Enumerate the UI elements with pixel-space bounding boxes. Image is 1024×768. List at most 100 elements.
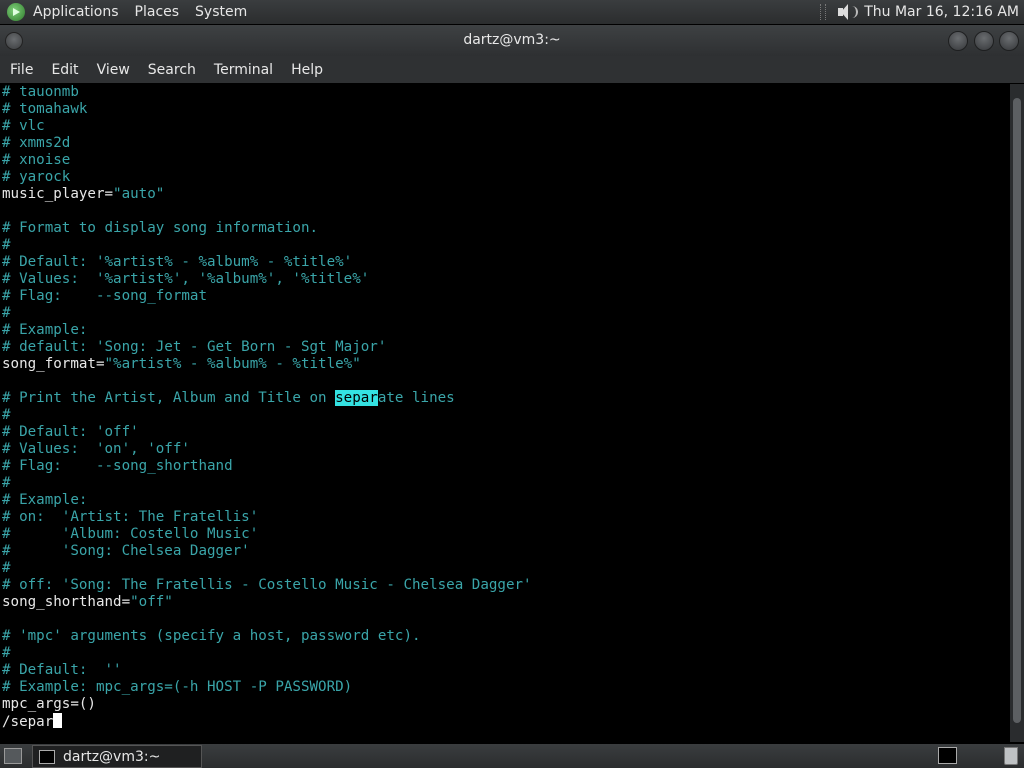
menu-view[interactable]: View	[87, 62, 138, 78]
terminal-text-segment: # xnoise	[2, 152, 71, 168]
terminal-line: #	[2, 645, 1010, 662]
terminal-line: # xmms2d	[2, 135, 1010, 152]
terminal-line: # default: 'Song: Jet - Get Born - Sgt M…	[2, 339, 1010, 356]
terminal-line: #	[2, 305, 1010, 322]
terminal-line: # Format to display song information.	[2, 220, 1010, 237]
places-menu[interactable]: Places	[135, 4, 180, 20]
applications-menu-icon[interactable]	[7, 3, 25, 21]
panel-separator	[820, 4, 827, 20]
terminal-line: # 'Album: Costello Music'	[2, 526, 1010, 543]
terminal-text-segment: music_player=	[2, 186, 114, 202]
terminal-line: # Default: 'off'	[2, 424, 1010, 441]
terminal-text-segment: "%artist% - %album% - %title%"	[104, 356, 361, 372]
terminal-icon	[39, 749, 55, 764]
terminal-text-segment: # 'mpc' arguments (specify a host, passw…	[2, 628, 421, 644]
terminal-line: # tomahawk	[2, 101, 1010, 118]
terminal-text-segment: ate lines	[377, 390, 455, 406]
terminal-line: # Flag: --song_shorthand	[2, 458, 1010, 475]
terminal-text-segment: # Format to display song information.	[2, 220, 319, 236]
terminal-text-segment: # on: 'Artist: The Fratellis'	[2, 509, 259, 525]
terminal-tray-icon[interactable]	[938, 747, 957, 764]
terminal-line: # vlc	[2, 118, 1010, 135]
terminal-line: # Default: ''	[2, 662, 1010, 679]
terminal-line: # Values: '%artist%', '%album%', '%title…	[2, 271, 1010, 288]
terminal-text-segment: # Default: 'off'	[2, 424, 139, 440]
bottom-panel: dartz@vm3:~	[0, 744, 1024, 768]
terminal-text-segment: # Default: '%artist% - %album% - %title%…	[2, 254, 353, 270]
terminal-line: # Example:	[2, 492, 1010, 509]
terminal-line: music_player="auto"	[2, 186, 1010, 203]
terminal-line: # Flag: --song_format	[2, 288, 1010, 305]
terminal-text-segment: #	[2, 305, 11, 321]
terminal-text-segment: # Values: 'on', 'off'	[2, 441, 190, 457]
show-desktop-icon[interactable]	[4, 748, 22, 764]
menu-terminal[interactable]: Terminal	[204, 62, 281, 78]
text-cursor	[53, 713, 63, 728]
terminal-line: # Example:	[2, 322, 1010, 339]
scrollbar[interactable]	[1010, 84, 1024, 742]
terminal-text-segment: #	[2, 645, 11, 661]
top-panel: Applications Places System Thu Mar 16, 1…	[0, 0, 1024, 24]
menu-file[interactable]: File	[0, 62, 41, 78]
terminal-line: # Default: '%artist% - %album% - %title%…	[2, 254, 1010, 271]
terminal-text-segment: # xmms2d	[2, 135, 71, 151]
menu-edit[interactable]: Edit	[41, 62, 86, 78]
terminal-text-segment: # Example:	[2, 322, 88, 338]
maximize-button[interactable]	[974, 31, 994, 51]
search-highlight: separ	[335, 390, 378, 406]
terminal-text-segment: "auto"	[113, 186, 165, 202]
terminal-line: # tauonmb	[2, 84, 1010, 101]
terminal-text-segment: # Example:	[2, 492, 88, 508]
terminal-text-segment: # default: 'Song: Jet - Get Born - Sgt M…	[2, 339, 387, 355]
terminal-line: # Values: 'on', 'off'	[2, 441, 1010, 458]
terminal-line: mpc_args=()	[2, 696, 1010, 713]
terminal-text-segment: # yarock	[2, 169, 71, 185]
terminal-line: #	[2, 475, 1010, 492]
close-button[interactable]	[999, 31, 1019, 51]
terminal-text-segment: /separ	[2, 714, 54, 730]
terminal-line: #	[2, 407, 1010, 424]
terminal-view[interactable]: # tauonmb # tomahawk # vlc # xmms2d # xnoise…	[0, 84, 1010, 742]
terminal-line: # 'Song: Chelsea Dagger'	[2, 543, 1010, 560]
terminal-line: # xnoise	[2, 152, 1010, 169]
volume-icon[interactable]	[836, 3, 859, 21]
panel-tray: Thu Mar 16, 12:16 AM	[820, 3, 1024, 21]
terminal-text-segment: "off"	[130, 594, 173, 610]
clock[interactable]: Thu Mar 16, 12:16 AM	[864, 4, 1019, 20]
terminal-text-segment: #	[2, 475, 11, 491]
terminal-line: # off: 'Song: The Fratellis - Costello M…	[2, 577, 1010, 594]
terminal-line: /separ	[2, 713, 1010, 730]
terminal-line: #	[2, 237, 1010, 254]
applications-menu[interactable]: Applications	[33, 4, 119, 20]
menu-help[interactable]: Help	[281, 62, 331, 78]
terminal-line: song_format="%artist% - %album% - %title…	[2, 356, 1010, 373]
minimize-button[interactable]	[948, 31, 968, 51]
terminal-line: # Example: mpc_args=(-h HOST -P PASSWORD…	[2, 679, 1010, 696]
taskbar-button-label: dartz@vm3:~	[63, 748, 161, 765]
terminal-text-segment: # Flag: --song_shorthand	[2, 458, 233, 474]
window-titlebar[interactable]: dartz@vm3:~	[0, 25, 1024, 56]
terminal-text-segment: # 'Song: Chelsea Dagger'	[2, 543, 250, 559]
terminal-text-segment: song_shorthand=	[2, 594, 131, 610]
terminal-menubar: File Edit View Search Terminal Help	[0, 56, 1024, 83]
terminal-line: # 'mpc' arguments (specify a host, passw…	[2, 628, 1010, 645]
terminal-text-segment: # Values: '%artist%', '%album%', '%title…	[2, 271, 370, 287]
terminal-line: # on: 'Artist: The Fratellis'	[2, 509, 1010, 526]
terminal-text-segment: # Print the Artist, Album and Title on	[2, 390, 336, 406]
scrollbar-thumb[interactable]	[1013, 98, 1021, 723]
terminal-text-segment: # Default: ''	[2, 662, 122, 678]
terminal-text-segment: # off: 'Song: The Fratellis - Costello M…	[2, 577, 532, 593]
taskbar-button-terminal[interactable]: dartz@vm3:~	[32, 745, 202, 768]
menu-search[interactable]: Search	[138, 62, 204, 78]
trash-icon[interactable]	[1004, 747, 1018, 765]
terminal-text-segment: # tomahawk	[2, 101, 88, 117]
terminal-text-segment: # vlc	[2, 118, 45, 134]
terminal-text-segment: #	[2, 407, 11, 423]
terminal-text: # tauonmb # tomahawk # vlc # xmms2d # xnoise…	[0, 84, 1010, 730]
system-menu[interactable]: System	[195, 4, 247, 20]
terminal-text-segment: #	[2, 237, 11, 253]
terminal-line: song_shorthand="off"	[2, 594, 1010, 611]
